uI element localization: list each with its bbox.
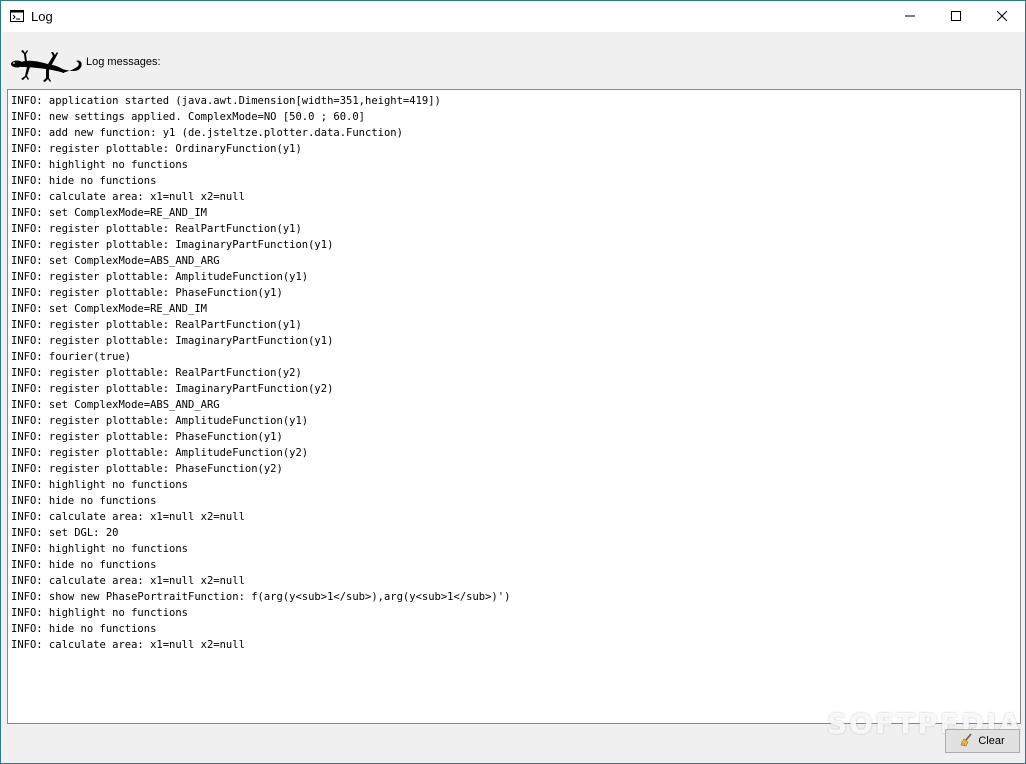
- log-line: INFO: register plottable: RealPartFuncti…: [11, 319, 302, 331]
- close-button[interactable]: [979, 1, 1025, 32]
- log-line: INFO: highlight no functions: [11, 479, 189, 491]
- clear-button-label: Clear: [978, 735, 1005, 747]
- log-messages-label: Log messages:: [86, 56, 161, 68]
- log-line: INFO: register plottable: ImaginaryPartF…: [11, 383, 334, 395]
- minimize-icon: [905, 8, 915, 26]
- log-header: Log messages:: [1, 32, 1025, 88]
- log-line: INFO: application started (java.awt.Dime…: [11, 95, 441, 107]
- log-line: INFO: register plottable: PhaseFunction(…: [11, 463, 283, 475]
- window-title: Log: [31, 9, 53, 24]
- log-line: INFO: show new PhasePortraitFunction: f(…: [11, 591, 511, 603]
- log-line: INFO: calculate area: x1=null x2=null: [11, 575, 245, 587]
- log-line: INFO: register plottable: AmplitudeFunct…: [11, 447, 309, 459]
- log-line: INFO: register plottable: AmplitudeFunct…: [11, 415, 309, 427]
- log-line: INFO: hide no functions: [11, 559, 157, 571]
- log-lines: INFO: application started (java.awt.Dime…: [11, 93, 510, 653]
- log-line: INFO: register plottable: OrdinaryFuncti…: [11, 143, 302, 155]
- log-line: INFO: register plottable: PhaseFunction(…: [11, 431, 283, 443]
- log-window: Log Log messages: INFO: application star…: [0, 0, 1026, 764]
- log-line: INFO: hide no functions: [11, 495, 157, 507]
- close-icon: [996, 8, 1008, 26]
- log-line: INFO: register plottable: ImaginaryPartF…: [11, 239, 334, 251]
- log-line: INFO: set ComplexMode=RE_AND_IM: [11, 303, 207, 315]
- log-line: INFO: set ComplexMode=ABS_AND_ARG: [11, 399, 220, 411]
- log-line: INFO: register plottable: RealPartFuncti…: [11, 367, 302, 379]
- log-line: INFO: new settings applied. ComplexMode=…: [11, 111, 366, 123]
- log-line: INFO: set DGL: 20: [11, 527, 119, 539]
- minimize-button[interactable]: [887, 1, 933, 32]
- log-line: INFO: add new function: y1 (de.jsteltze.…: [11, 127, 403, 139]
- log-text-area[interactable]: INFO: application started (java.awt.Dime…: [7, 89, 1021, 724]
- gecko-logo: [10, 40, 84, 84]
- broom-icon: [960, 732, 974, 750]
- log-line: INFO: highlight no functions: [11, 159, 189, 171]
- log-line: INFO: highlight no functions: [11, 543, 189, 555]
- log-line: INFO: hide no functions: [11, 623, 157, 635]
- log-line: INFO: calculate area: x1=null x2=null: [11, 191, 245, 203]
- maximize-icon: [951, 8, 961, 26]
- title-bar[interactable]: Log: [1, 1, 1025, 32]
- log-line: INFO: register plottable: RealPartFuncti…: [11, 223, 302, 235]
- console-window-icon: [10, 9, 24, 22]
- log-line: INFO: set ComplexMode=RE_AND_IM: [11, 207, 207, 219]
- log-line: INFO: set ComplexMode=ABS_AND_ARG: [11, 255, 220, 267]
- log-line: INFO: register plottable: AmplitudeFunct…: [11, 271, 309, 283]
- log-line: INFO: calculate area: x1=null x2=null: [11, 639, 245, 651]
- log-line: INFO: fourier(true): [11, 351, 132, 363]
- log-line: INFO: register plottable: PhaseFunction(…: [11, 287, 283, 299]
- log-line: INFO: calculate area: x1=null x2=null: [11, 511, 245, 523]
- maximize-button[interactable]: [933, 1, 979, 32]
- log-line: INFO: highlight no functions: [11, 607, 189, 619]
- log-line: INFO: hide no functions: [11, 175, 157, 187]
- log-line: INFO: register plottable: ImaginaryPartF…: [11, 335, 334, 347]
- clear-button[interactable]: Clear: [945, 729, 1020, 753]
